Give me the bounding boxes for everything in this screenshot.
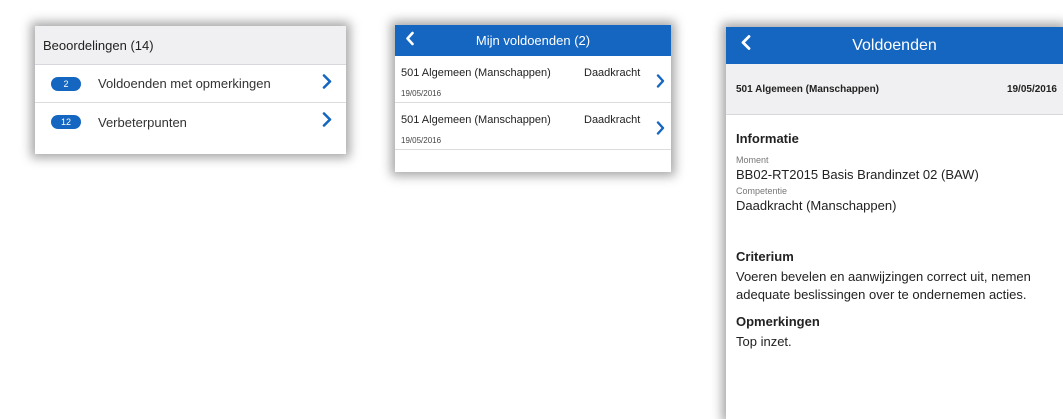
date-label: 19/05/2016 [401, 89, 442, 98]
criterium-heading: Criterium [736, 249, 794, 264]
competence-label: Daadkracht [584, 67, 641, 79]
nav-bar: Mijn voldoenden (2) [395, 25, 671, 56]
moment-value: BB02-RT2015 Basis Brandinzet 02 (BAW) [736, 167, 979, 182]
nav-bar: Voldoenden [726, 27, 1063, 64]
date-label: 19/05/2016 [1006, 83, 1057, 95]
chevron-right-icon[interactable] [656, 121, 665, 140]
chevron-left-icon[interactable] [740, 27, 752, 64]
list-item[interactable]: 501 Algemeen (Manschappen) Daadkracht 19… [395, 103, 671, 150]
date-label: 19/05/2016 [401, 136, 442, 145]
informatie-heading: Informatie [736, 131, 799, 146]
page-title: Voldoenden [852, 37, 937, 54]
page-title: Mijn voldoenden (2) [475, 33, 591, 48]
voldoenden-list-panel: Mijn voldoenden (2) 501 Algemeen (Mansch… [395, 25, 671, 172]
beoordelingen-panel: Beoordelingen (14) 2 Voldoenden met opme… [35, 26, 346, 154]
org-label: 501 Algemeen (Manschappen) [401, 67, 551, 79]
opmerkingen-heading: Opmerkingen [736, 314, 820, 329]
opmerkingen-text: Top inzet. [736, 334, 792, 349]
org-label: 501 Algemeen (Manschappen) [401, 114, 551, 126]
competence-label: Daadkracht [584, 114, 641, 126]
competentie-value: Daadkracht (Manschappen) [736, 198, 897, 213]
list-item-verbeterpunten[interactable]: 12 Verbeterpunten [35, 103, 346, 141]
count-badge: 12 [51, 115, 81, 129]
chevron-right-icon[interactable] [656, 74, 665, 93]
chevron-left-icon[interactable] [405, 25, 415, 56]
chevron-right-icon[interactable] [322, 112, 332, 132]
detail-subheader: 501 Algemeen (Manschappen) 19/05/2016 [726, 64, 1063, 115]
voldoenden-detail-panel: Voldoenden 501 Algemeen (Manschappen) 19… [726, 27, 1063, 419]
count-badge: 2 [51, 76, 81, 91]
moment-label: Moment [736, 155, 769, 165]
list-item-label: Voldoenden met opmerkingen [98, 76, 271, 91]
list-item-label: Verbeterpunten [98, 114, 187, 130]
chevron-right-icon[interactable] [322, 73, 332, 94]
list-item-voldoenden-met-opmerkingen[interactable]: 2 Voldoenden met opmerkingen [35, 65, 346, 103]
beoordelingen-header: Beoordelingen (14) [35, 26, 346, 65]
org-label: 501 Algemeen (Manschappen) [736, 83, 880, 95]
list-item[interactable]: 501 Algemeen (Manschappen) Daadkracht 19… [395, 56, 671, 103]
criterium-text: Voeren bevelen en aanwijzingen correct u… [736, 269, 1031, 302]
competentie-label: Competentie [736, 186, 788, 196]
